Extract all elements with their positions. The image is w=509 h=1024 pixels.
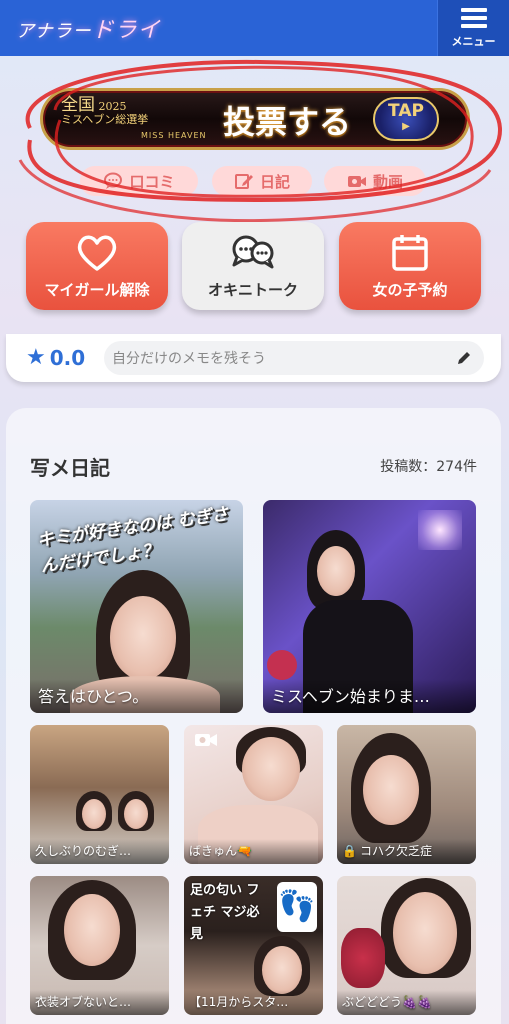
menu-button[interactable]: メニュー bbox=[437, 0, 509, 56]
banner-tap-button[interactable]: TAP ▶ bbox=[373, 97, 439, 141]
diary-caption: ぶどどどう🍇🍇 bbox=[337, 990, 476, 1015]
photo-overlay-text: 足の匂い フェチ マジ必見 bbox=[190, 883, 260, 942]
unfavorite-button[interactable]: マイガール解除 bbox=[26, 222, 168, 310]
banner-title: 全国 2025 ミスヘブン総選挙 bbox=[61, 95, 149, 127]
okini-talk-button[interactable]: オキニトーク bbox=[182, 222, 324, 310]
video-pill[interactable]: 動画 bbox=[324, 166, 426, 196]
site-logo[interactable]: アナラードライ bbox=[16, 12, 161, 44]
section-title: 写メ日記 bbox=[30, 456, 110, 480]
heart-icon bbox=[77, 235, 117, 271]
okini-talk-label: オキニトーク bbox=[207, 280, 298, 299]
diary-post[interactable]: 🔒 コハク欠乏症 bbox=[337, 725, 476, 864]
diary-caption: 答えはひとつ。 bbox=[30, 679, 243, 713]
hamburger-icon bbox=[460, 7, 487, 28]
diary-post[interactable]: 衣装オブないと… bbox=[30, 876, 169, 1015]
diary-post[interactable]: ミスヘブン始まりま… bbox=[263, 500, 476, 713]
chat-bubble-icon bbox=[104, 172, 123, 189]
diary-post[interactable]: 久しぶりのむぎ… bbox=[30, 725, 169, 864]
diary-post[interactable]: 足の匂い フェチ マジ必見 👣 【11月からスタ… bbox=[184, 876, 323, 1015]
post-count: 投稿数：274件 bbox=[380, 459, 477, 475]
diary-caption: ミスヘブン始まりま… bbox=[263, 679, 476, 713]
app-header: アナラードライ メニュー bbox=[0, 0, 509, 56]
reserve-label: 女の子予約 bbox=[372, 280, 448, 299]
diary-caption: 久しぶりのむぎ… bbox=[30, 839, 169, 864]
review-pill-label: 口コミ bbox=[129, 172, 175, 191]
diary-post[interactable]: ばきゅん🔫 bbox=[184, 725, 323, 864]
memo-placeholder: 自分だけのメモを残そう bbox=[112, 351, 266, 367]
photo-diary-panel: 写メ日記 投稿数：274件 キミが好きなのは むぎさんだけでしょ？ 答えはひとつ… bbox=[6, 408, 501, 1024]
review-pill[interactable]: 口コミ bbox=[80, 166, 198, 196]
diary-pill[interactable]: 日記 bbox=[212, 166, 312, 196]
video-camera-icon bbox=[347, 176, 366, 187]
video-camera-icon bbox=[195, 734, 217, 746]
pencil-icon[interactable] bbox=[456, 350, 472, 366]
star-icon: ★ bbox=[26, 345, 46, 370]
memo-input[interactable]: 自分だけのメモを残そう bbox=[104, 341, 484, 375]
unfavorite-label: マイガール解除 bbox=[44, 280, 150, 299]
diary-caption: 【11月からスタ… bbox=[184, 990, 323, 1015]
video-pill-label: 動画 bbox=[372, 172, 403, 191]
rating-display[interactable]: ★ 0.0 bbox=[26, 345, 85, 370]
reserve-button[interactable]: 女の子予約 bbox=[339, 222, 481, 310]
speech-bubbles-icon bbox=[232, 235, 274, 268]
edit-note-icon bbox=[234, 174, 253, 189]
footprint-icon: 👣 bbox=[277, 882, 317, 932]
vote-banner[interactable]: 全国 2025 ミスヘブン総選挙 MISS HEAVEN 投票する TAP ▶ bbox=[40, 88, 470, 150]
menu-label: メニュー bbox=[451, 34, 496, 48]
play-arrow-icon: ▶ bbox=[402, 121, 410, 132]
banner-subtitle: MISS HEAVEN bbox=[141, 131, 207, 140]
diary-caption: 衣装オブないと… bbox=[30, 990, 169, 1015]
diary-caption: ばきゅん🔫 bbox=[184, 839, 323, 864]
diary-post[interactable]: ぶどどどう🍇🍇 bbox=[337, 876, 476, 1015]
photo-overlay-text: キミが好きなのは むぎさんだけでしょ？ bbox=[35, 504, 230, 577]
diary-post[interactable]: キミが好きなのは むぎさんだけでしょ？ 答えはひとつ。 bbox=[30, 500, 243, 713]
rating-value: 0.0 bbox=[49, 345, 86, 370]
lock-icon: 🔒 bbox=[342, 844, 357, 858]
diary-pill-label: 日記 bbox=[259, 172, 290, 191]
calendar-icon bbox=[392, 234, 428, 271]
banner-vote-text: 投票する bbox=[223, 103, 352, 141]
memo-bar: ★ 0.0 自分だけのメモを残そう bbox=[6, 334, 501, 382]
diary-caption: 🔒 コハク欠乏症 bbox=[337, 839, 476, 864]
